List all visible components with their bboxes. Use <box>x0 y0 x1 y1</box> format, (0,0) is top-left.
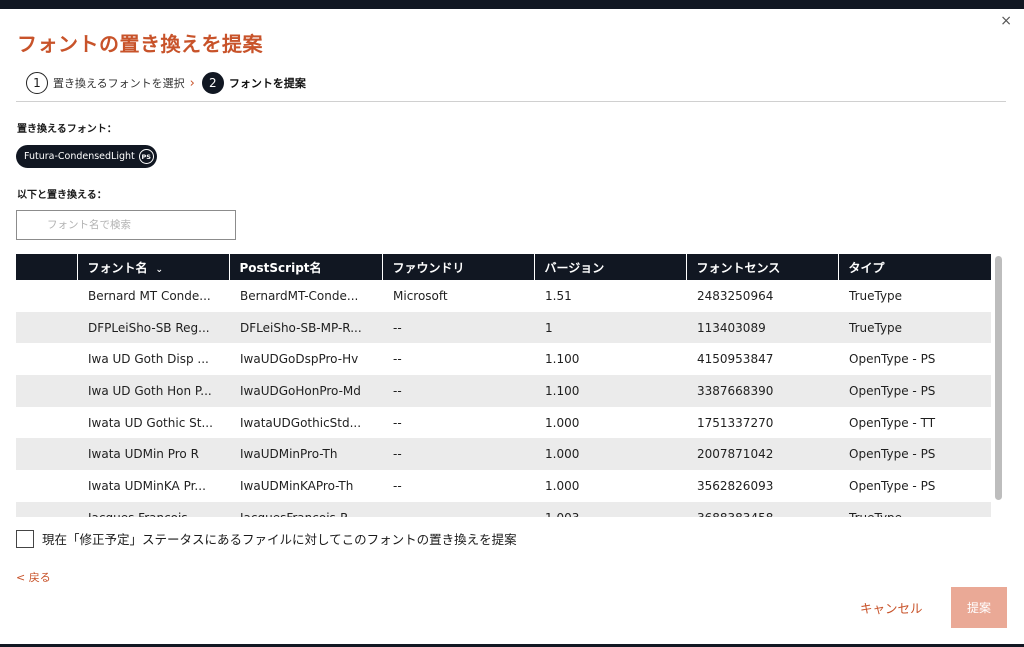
version-cell: 1.003 <box>534 502 686 517</box>
dialog-title: フォントの置き換えを提案 <box>17 32 263 56</box>
type-cell: OpenType - PS <box>849 383 936 398</box>
close-icon[interactable]: × <box>1000 14 1012 28</box>
postscript-name-cell: IwataUDGothicStd... <box>240 415 362 430</box>
table-row[interactable]: DFPLeiSho-SB Reg... DFLeiSho-SB-MP-R... --… <box>16 311 991 344</box>
postscript-name-cell: IwaUDMinPro-Th <box>240 447 338 462</box>
step-2-label: フォントを提案 <box>228 77 306 90</box>
type-cell: TrueType <box>849 320 903 335</box>
table-header: フォント名 ⌄ PostScript名 ファウンドリ バージョン フォントセンス … <box>16 254 991 280</box>
type-cell: OpenType - PS <box>849 478 936 493</box>
font-sense-cell: 3562826093 <box>697 478 774 493</box>
font-search-input[interactable] <box>16 210 236 240</box>
chevron-right-icon: › <box>189 75 195 91</box>
table-row[interactable]: Iwata UD Gothic St... IwataUDGothicStd...… <box>16 407 991 439</box>
version-cell: 1.000 <box>545 415 580 430</box>
font-sense-cell: 113403089 <box>697 320 766 335</box>
row-select-cell <box>16 502 77 517</box>
row-select-cell <box>16 280 77 312</box>
postscript-name-cell: IwaUDMinKAPro-Th <box>240 478 354 493</box>
font-sense-cell: 1751337270 <box>697 415 774 430</box>
column-header-font-sense[interactable]: フォントセンス <box>685 254 838 280</box>
postscript-name-cell: JacquesFrancois-R... <box>229 502 382 517</box>
font-chip-label: Futura-CondensedLight <box>24 151 135 162</box>
replace-with-label: 以下と置き換える： <box>17 190 107 201</box>
type-cell: TrueType <box>838 502 991 517</box>
stepper: 1 置き換えるフォントを選択 › 2 フォントを提案 <box>26 72 306 94</box>
row-select-cell <box>16 312 77 344</box>
step-2-number: 2 <box>201 72 224 94</box>
version-cell: 1 <box>545 320 553 335</box>
foundry-cell: -- <box>393 320 402 335</box>
foundry-cell: -- <box>393 383 402 398</box>
font-name-cell: Iwata UD Gothic St... <box>88 415 213 430</box>
font-sense-cell: 4150953847 <box>697 352 774 367</box>
row-select-cell <box>16 470 77 502</box>
replace-font-label: 置き換えるフォント： <box>17 124 117 135</box>
back-link[interactable]: < 戻る <box>16 569 51 585</box>
postscript-name-cell: IwaUDGoDspPro-Hv <box>240 352 359 367</box>
version-cell: 1.51 <box>545 288 572 303</box>
font-name-cell: Iwata UDMin Pro R <box>88 447 199 462</box>
divider <box>16 101 1006 102</box>
suggest-checkbox[interactable] <box>16 529 34 548</box>
foundry-cell: -- <box>393 478 402 493</box>
foundry-cell: Microsoft <box>393 288 448 303</box>
column-header-foundry[interactable]: ファウンドリ <box>381 254 534 280</box>
column-header-type[interactable]: タイプ <box>837 254 991 280</box>
font-sense-cell: 2483250964 <box>697 288 774 303</box>
version-cell: 1.000 <box>545 447 580 462</box>
postscript-badge-icon: PS <box>138 149 154 164</box>
step-1-number[interactable]: 1 <box>26 72 48 94</box>
submit-button[interactable]: 提案 <box>951 587 1007 628</box>
chevron-down-icon[interactable]: ⌄ <box>156 265 164 275</box>
row-select-cell <box>16 438 77 470</box>
font-name-cell: Iwata UDMinKA Pr... <box>88 478 206 493</box>
column-header-select <box>16 254 77 280</box>
column-header-font-name[interactable]: フォント名 ⌄ <box>76 254 229 280</box>
font-sense-cell: 2007871042 <box>697 447 774 462</box>
font-name-cell: DFPLeiSho-SB Reg... <box>88 320 210 335</box>
row-select-cell <box>16 407 77 439</box>
font-name-cell: Iwa UD Goth Hon P... <box>88 383 212 398</box>
foundry-cell: -- <box>393 447 402 462</box>
font-name-cell: Jacques Francois <box>77 502 229 517</box>
postscript-name-cell: BernardMT-Conde... <box>240 288 359 303</box>
foundry-cell: -- <box>393 352 402 367</box>
font-sense-cell: 3688383458 <box>686 502 838 517</box>
row-select-cell <box>16 343 77 375</box>
suggest-checkbox-label[interactable]: 現在「修正予定」ステータスにあるファイルに対してこのフォントの置き換えを提案 <box>42 529 517 548</box>
font-sense-cell: 3387668390 <box>697 383 774 398</box>
version-cell: 1.100 <box>545 383 580 398</box>
step-1-label[interactable]: 置き換えるフォントを選択 <box>53 75 185 91</box>
table-row[interactable]: Iwata UDMinKA Pr... IwaUDMinKAPro-Th -- 1.0… <box>16 470 991 502</box>
postscript-name-cell: IwaUDGoHonPro-Md <box>240 383 361 398</box>
suggest-checkbox-row[interactable]: 現在「修正予定」ステータスにあるファイルに対してこのフォントの置き換えを提案 <box>16 529 517 548</box>
type-cell: OpenType - PS <box>849 352 936 367</box>
version-cell: 1.100 <box>545 352 580 367</box>
table-row[interactable]: Bernard MT Conde... BernardMT-Conde... Mic… <box>16 280 991 312</box>
table-row[interactable]: Iwa UD Goth Hon P... IwaUDGoHonPro-Md -- 1.… <box>16 375 991 407</box>
foundry-cell: -- <box>393 415 402 430</box>
type-cell: OpenType - PS <box>849 447 936 462</box>
column-header-version[interactable]: バージョン <box>533 254 686 280</box>
postscript-name-cell: DFLeiSho-SB-MP-R... <box>240 320 362 335</box>
type-cell: OpenType - TT <box>849 415 936 430</box>
row-select-cell <box>16 375 77 407</box>
font-chip: Futura-CondensedLight PS <box>16 145 157 168</box>
font-name-header-label: フォント名 <box>87 260 148 275</box>
version-cell: 1.000 <box>545 478 580 493</box>
font-name-cell: Bernard MT Conde... <box>88 288 211 303</box>
table-row[interactable]: Iwata UDMin Pro R IwaUDMinPro-Th -- 1.000 20… <box>16 438 991 471</box>
foundry-cell: -- <box>382 502 534 517</box>
table-row[interactable]: Iwa UD Goth Disp ... IwaUDGoDspPro-Hv -- 1.… <box>16 343 991 375</box>
type-cell: TrueType <box>849 288 903 303</box>
font-name-cell: Iwa UD Goth Disp ... <box>88 352 209 367</box>
column-header-postscript[interactable]: PostScript名 <box>228 254 382 280</box>
table-scrollbar[interactable] <box>995 256 1002 500</box>
cancel-button[interactable]: キャンセル <box>860 598 923 617</box>
top-bar <box>0 0 1024 9</box>
font-table: フォント名 ⌄ PostScript名 ファウンドリ バージョン フォントセンス … <box>16 254 991 517</box>
table-row[interactable]: Jacques FrancoisJacquesFrancois-R...--1.… <box>16 501 991 517</box>
